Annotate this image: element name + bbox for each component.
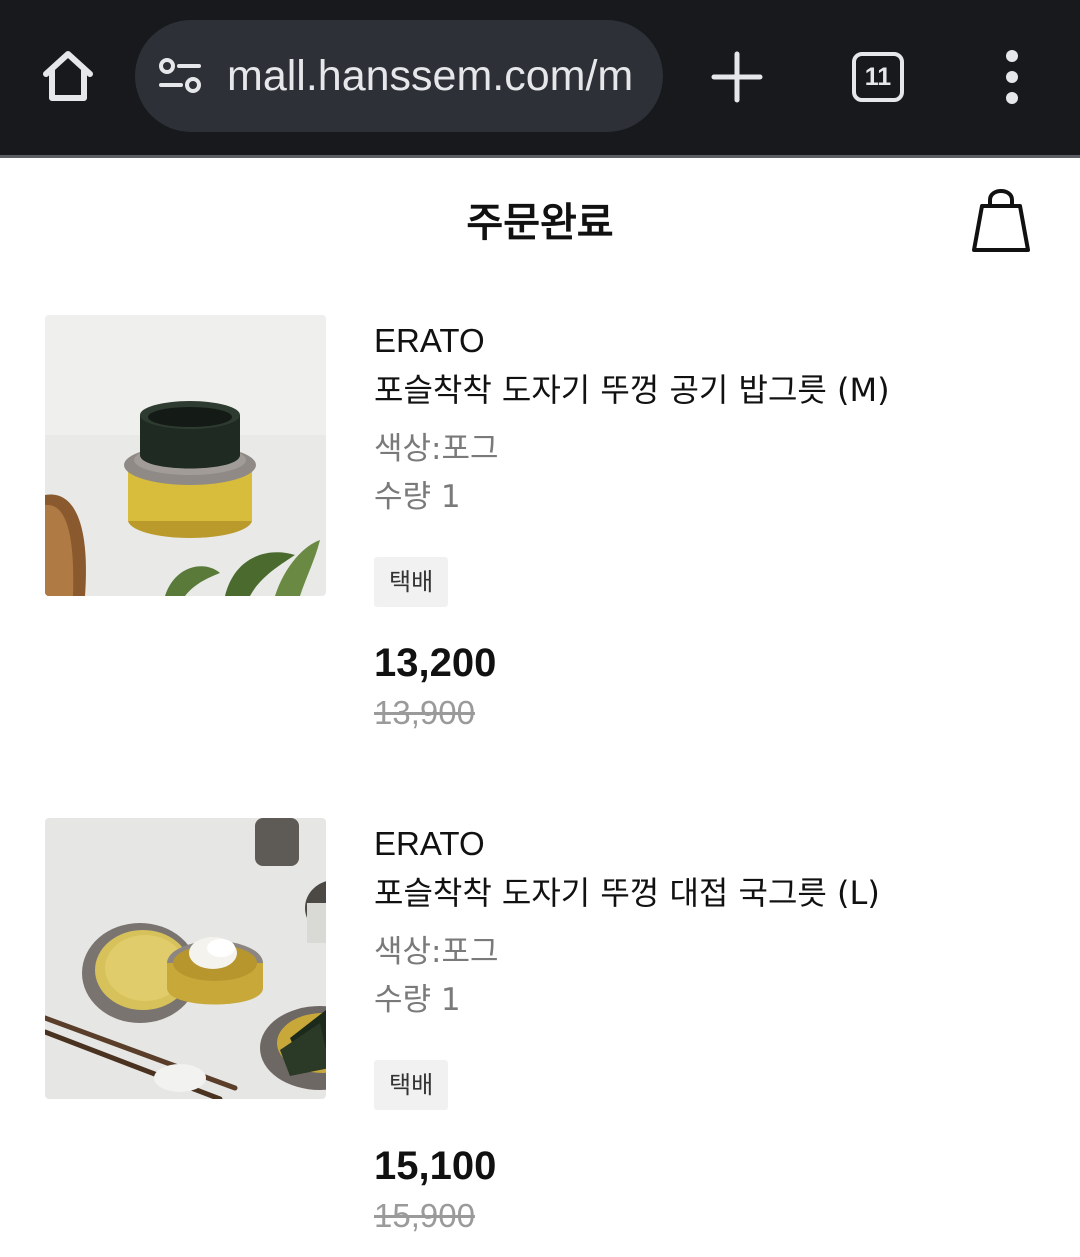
- sale-price: 13,200: [374, 641, 497, 685]
- product-brand: ERATO: [374, 825, 485, 862]
- home-icon[interactable]: [36, 44, 100, 108]
- toolbar-divider: [0, 155, 1080, 158]
- order-item[interactable]: ERATO 포슬착착 도자기 뚜껑 공기 밥그릇 (M) 색상:포그 수량 1 …: [0, 315, 1080, 765]
- address-bar[interactable]: mall.hanssem.com/m: [135, 20, 663, 132]
- product-quantity: 수량 1: [374, 479, 461, 515]
- order-item[interactable]: ERATO 포슬착착 도자기 뚜껑 대접 국그릇 (L) 색상:포그 수량 1 …: [0, 818, 1080, 1257]
- delivery-badge: 택배: [374, 557, 449, 607]
- tab-switcher-button[interactable]: 11: [852, 52, 904, 102]
- shopping-bag-icon[interactable]: [968, 184, 1034, 256]
- product-image[interactable]: [45, 818, 326, 1099]
- more-vert-icon[interactable]: [992, 48, 1032, 108]
- url-text[interactable]: mall.hanssem.com/m: [227, 46, 641, 106]
- original-price: 13,900: [374, 694, 475, 731]
- product-option: 색상:포그: [374, 431, 499, 467]
- product-quantity: 수량 1: [374, 982, 461, 1018]
- product-brand: ERATO: [374, 322, 485, 359]
- page-title: 주문완료: [466, 200, 614, 246]
- sale-price: 15,100: [374, 1144, 497, 1188]
- site-settings-icon[interactable]: [157, 56, 203, 96]
- product-image[interactable]: [45, 315, 326, 596]
- plus-icon[interactable]: [708, 48, 766, 106]
- product-name[interactable]: 포슬착착 도자기 뚜껑 공기 밥그릇 (M): [374, 367, 890, 413]
- original-price: 15,900: [374, 1197, 475, 1234]
- delivery-badge: 택배: [374, 1060, 449, 1110]
- product-name[interactable]: 포슬착착 도자기 뚜껑 대접 국그릇 (L): [374, 870, 880, 916]
- product-option: 색상:포그: [374, 934, 499, 970]
- browser-toolbar: mall.hanssem.com/m 11: [0, 0, 1080, 155]
